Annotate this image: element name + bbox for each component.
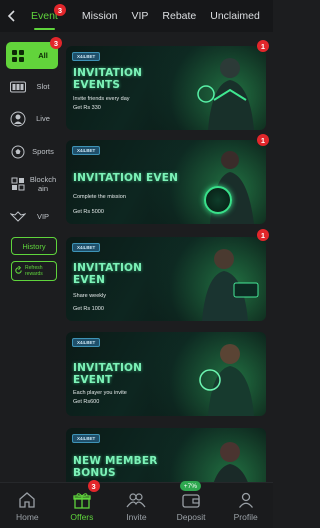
- nav-offers-badge: 3: [87, 480, 100, 492]
- sidebar: All 3 Slot Live Sports Blockchain VIP Hi…: [0, 32, 64, 482]
- banner-reward: Get Rs600: [73, 399, 100, 405]
- promoter-illustration: [199, 344, 254, 416]
- banner-subtitle: Invite friends every day: [73, 96, 130, 102]
- sidebar-item-slot[interactable]: Slot: [6, 73, 58, 100]
- sidebar-item-label: Sports: [32, 147, 54, 156]
- banner-title-line-2: EVENT: [73, 374, 113, 386]
- nav-offers-label: Offers: [70, 512, 94, 522]
- nav-deposit-label: Deposit: [176, 512, 206, 522]
- profile-icon: [236, 491, 256, 509]
- tab-unclaimed[interactable]: Unclaimed: [203, 0, 267, 32]
- promo-banner[interactable]: X44.BET INVITATION EVEN Share weekly Get…: [66, 237, 266, 321]
- banner-title-line-2: EVEN: [73, 274, 106, 286]
- category-tabs: Event 3 Mission VIP Rebate Unclaimed: [24, 0, 273, 32]
- tab-mission-label: Mission: [81, 10, 118, 22]
- promoter-illustration: [210, 151, 254, 224]
- reward-chip-icon: [204, 186, 232, 214]
- back-arrow-icon[interactable]: [0, 0, 24, 32]
- banner-title: INVITATION: [73, 262, 143, 274]
- banner-subtitle: Each player you invite: [73, 390, 127, 396]
- sidebar-item-label: Live: [36, 114, 50, 123]
- banner-badge: 1: [257, 134, 269, 146]
- invite-icon: [126, 491, 146, 509]
- nav-profile[interactable]: Profile: [218, 483, 273, 528]
- home-icon: [17, 491, 37, 509]
- promotion-list[interactable]: X44.BET INVITATION EVENTS Invite friends…: [66, 32, 269, 482]
- nav-invite[interactable]: Invite: [109, 483, 164, 528]
- sidebar-item-blockchain[interactable]: Blockchain: [6, 170, 58, 197]
- nav-offers[interactable]: Offers 3: [55, 480, 110, 528]
- banner-badge: 1: [257, 229, 269, 241]
- slot-machine-icon: [8, 77, 28, 97]
- tab-unclaimed-label: Unclaimed: [210, 10, 260, 22]
- sidebar-item-sports[interactable]: Sports: [6, 138, 58, 165]
- tab-rebate-label: Rebate: [162, 10, 197, 22]
- vip-wings-icon: [8, 207, 28, 227]
- bottom-navigation: Home Offers 3 Invite Deposit +7% Profile: [0, 480, 273, 528]
- sidebar-item-vip[interactable]: VIP: [6, 203, 58, 230]
- promoter-illustration: [197, 58, 254, 130]
- banner-reward: Get Rs 5000: [73, 209, 104, 215]
- history-button-label: History: [22, 241, 46, 251]
- tab-vip[interactable]: VIP: [124, 0, 155, 32]
- grid-icon: [8, 46, 28, 66]
- nav-home[interactable]: Home: [0, 483, 55, 528]
- nav-profile-label: Profile: [233, 512, 258, 522]
- tab-vip-label: VIP: [131, 10, 149, 22]
- history-button[interactable]: History: [11, 237, 57, 255]
- brand-tag: X44.BET: [72, 146, 101, 155]
- tab-rebate[interactable]: Rebate: [155, 0, 203, 32]
- brand-tag: X44.BET: [72, 52, 101, 61]
- nav-deposit[interactable]: Deposit +7%: [164, 481, 219, 528]
- banner-reward: Get Rs 330: [73, 105, 101, 111]
- tab-event[interactable]: Event 3: [24, 0, 66, 32]
- nav-home-label: Home: [15, 512, 39, 522]
- banner-subtitle: Share weekly: [73, 293, 107, 299]
- tab-mission[interactable]: Mission: [75, 0, 125, 32]
- banner-title: INVITATION: [73, 67, 143, 79]
- promo-banner[interactable]: X44.BET INVITATION EVENTS Invite friends…: [66, 46, 266, 130]
- soccer-ball-icon: [8, 142, 28, 162]
- promoter-illustration: [213, 442, 248, 482]
- live-dealer-icon: [8, 109, 28, 129]
- gift-icon: [72, 491, 92, 509]
- deposit-bonus-pill: +7%: [179, 481, 201, 491]
- banner-reward: Get Rs 1000: [73, 306, 104, 312]
- sidebar-item-label: Slot: [36, 82, 50, 91]
- promoter-illustration: [202, 249, 259, 321]
- banner-subtitle: Complete the mission: [73, 194, 126, 200]
- brand-tag: X44.BET: [72, 243, 101, 252]
- sidebar-item-live[interactable]: Live: [6, 105, 58, 132]
- blockchain-icon: [8, 174, 28, 194]
- banner-badge: 1: [257, 40, 269, 52]
- brand-tag: X44.BET: [72, 338, 101, 347]
- sidebar-item-label: Blockchain: [29, 174, 57, 193]
- nav-invite-label: Invite: [126, 512, 147, 522]
- sidebar-item-label: VIP: [36, 212, 50, 221]
- promo-banner[interactable]: X44.BET INVITATION EVEN Complete the mis…: [66, 140, 266, 224]
- banner-title-line-2: BONUS: [73, 467, 116, 479]
- sidebar-item-label: All: [38, 51, 48, 60]
- promo-banner[interactable]: X44.BET NEW MEMBER BONUS: [66, 428, 266, 482]
- banner-title: NEW MEMBER: [73, 455, 158, 467]
- top-tab-bar: Event 3 Mission VIP Rebate Unclaimed: [0, 0, 273, 32]
- promo-banner[interactable]: X44.BET INVITATION EVENT Each player you…: [66, 332, 266, 416]
- sidebar-all-badge: 3: [50, 37, 62, 49]
- tab-event-badge: 3: [54, 4, 66, 16]
- banner-title-line-2: EVENTS: [73, 79, 121, 91]
- sidebar-item-all[interactable]: All 3: [6, 37, 62, 69]
- refresh-rewards-button[interactable]: Refresh rewards: [11, 261, 57, 281]
- banner-title: INVITATION EVEN: [73, 172, 179, 184]
- wallet-icon: [181, 491, 201, 509]
- refresh-label-line-2: rewards: [25, 271, 43, 277]
- banner-title: INVITATION: [73, 362, 143, 374]
- brand-tag: X44.BET: [72, 434, 101, 443]
- refresh-icon: [14, 265, 23, 277]
